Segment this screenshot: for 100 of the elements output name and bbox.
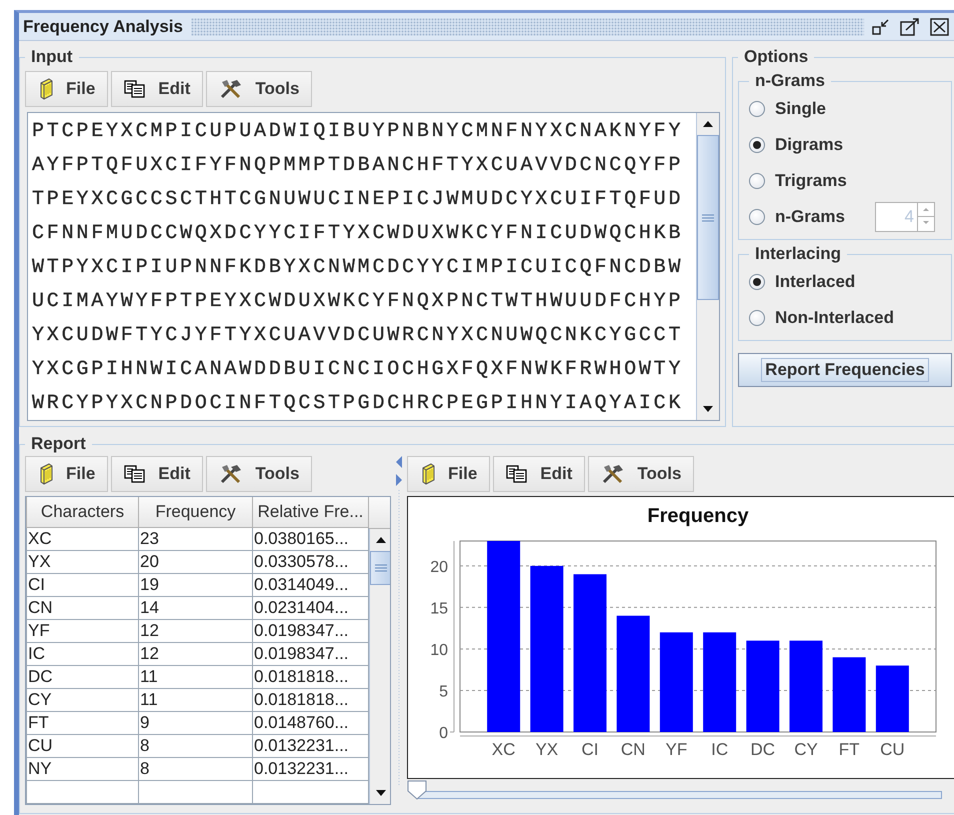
- scrollbar[interactable]: [696, 113, 719, 420]
- x-tick-label: YX: [535, 740, 558, 759]
- table-cell: 19: [138, 574, 252, 596]
- scrollbar[interactable]: [369, 529, 390, 804]
- table-cell: CN: [26, 596, 138, 620]
- folder-icon: [38, 463, 54, 485]
- minimize-icon[interactable]: [872, 18, 890, 34]
- tools-menu-button[interactable]: Tools: [588, 456, 694, 492]
- table-cell: 23: [138, 528, 252, 550]
- table-cell: 0.0198347...: [252, 620, 368, 642]
- file-menu-button[interactable]: File: [25, 71, 108, 107]
- radio-label[interactable]: Interlaced: [775, 272, 856, 292]
- table-cell: 9: [138, 712, 252, 734]
- text-area[interactable]: PTCPEYXCMPICUPUADWIQIBUYPNBNYCMNFNYXCNAKNYFY AYFPTQFUXCIFYFNQPMMPTDBANCHFTYXCUAVVDCNCQYFP TPEYXCGCCSCTHTCGNUWUCINEPICJWMUDCYXCUIFTQFUD CFNNFMUDCCWQXDCYYCIFTYXCWDUXWKCYFNICUDWQCHKB WTPYXCIPIUPNNFKDBYXCNWMCDCYYCIMPICUICQFNCDBW UCIMAYWYFPTPEYXCWDUXWKCYFNQXPNCTWTHWUUDFCHYP YXCUDWFTYCJYFTYXCUAVVDCUWRCNYXCNUWQCNKCYGCCT YXCGPIHNWICANAWDDBUICNCIOCHGXFQXFNWKFRWHOWTY WRCYPYXCNPDOCINFTQCSTPGDCHRCPEGPIHNYIAQYAICK: [27, 112, 720, 421]
- x-tick-label: CN: [620, 740, 646, 759]
- tools-menu-button[interactable]: Tools: [206, 456, 312, 492]
- radio-label[interactable]: Non-Interlaced: [775, 308, 894, 328]
- table-cell: 0.0132231...: [252, 734, 368, 758]
- column-header[interactable]: Relative Fre...: [252, 497, 368, 528]
- table-cell: CY: [26, 688, 138, 712]
- table-cell: 0.0314049...: [252, 574, 368, 596]
- radio-button[interactable]: [749, 101, 765, 117]
- copy-icon: [124, 80, 146, 98]
- radio-label[interactable]: Trigrams: [775, 171, 847, 191]
- tools-icon: [601, 464, 626, 484]
- table-cell: 12: [138, 620, 252, 642]
- chart-title: Frequency: [647, 505, 749, 527]
- chart-bar: [876, 666, 909, 732]
- table-cell: CI: [26, 574, 138, 596]
- table-cell: YX: [26, 550, 138, 574]
- edit-menu-button[interactable]: Edit: [111, 456, 204, 492]
- table-cell: 11: [138, 666, 252, 688]
- split-handle[interactable]: [395, 456, 403, 786]
- radio-button[interactable]: [749, 209, 765, 225]
- group-title: Interlacing: [754, 244, 842, 264]
- radio-button[interactable]: [749, 310, 765, 326]
- x-tick-label: IC: [711, 740, 728, 759]
- edit-menu-button[interactable]: Edit: [493, 456, 586, 492]
- radio-label[interactable]: n-Grams: [775, 207, 845, 227]
- table-cell: XC: [26, 528, 138, 550]
- radio-label[interactable]: Single: [775, 99, 826, 119]
- table-cell: YF: [26, 620, 138, 642]
- x-tick-label: CI: [582, 740, 598, 759]
- table-cell: 12: [138, 642, 252, 666]
- table-cell: 0.0181818...: [252, 666, 368, 688]
- file-menu-button[interactable]: File: [407, 456, 490, 492]
- table-cell: IC: [26, 642, 138, 666]
- y-tick-label: 5: [439, 683, 448, 700]
- group-title: Input: [30, 47, 74, 67]
- table-cell: 8: [138, 734, 252, 758]
- table-cell: 0.0330578...: [252, 550, 368, 574]
- table-cell: 20: [138, 550, 252, 574]
- y-tick-label: 15: [430, 600, 448, 618]
- y-tick-label: 20: [430, 558, 448, 576]
- table-cell: 0.0380165...: [252, 528, 368, 550]
- radio-button[interactable]: [749, 137, 765, 153]
- folder-icon: [38, 78, 54, 100]
- radio-button[interactable]: [749, 173, 765, 189]
- table-cell: 0.0231404...: [252, 596, 368, 620]
- table-cell: 0.0132231...: [252, 758, 368, 780]
- copy-icon: [124, 465, 146, 483]
- table-cell: 14: [138, 596, 252, 620]
- radio-button[interactable]: [749, 274, 765, 290]
- group-title: Report: [30, 434, 87, 454]
- radio-label[interactable]: Digrams: [775, 135, 844, 155]
- group-title: n-Grams: [754, 71, 826, 91]
- table-cell: 11: [138, 688, 252, 712]
- edit-menu-button[interactable]: Edit: [111, 71, 204, 107]
- x-tick-label: CU: [880, 740, 905, 759]
- folder-icon: [420, 463, 436, 485]
- table-cell: 0.0181818...: [252, 688, 368, 712]
- table-cell: 0.0198347...: [252, 642, 368, 666]
- x-tick-label: FT: [838, 740, 860, 759]
- maximize-icon[interactable]: [900, 18, 920, 36]
- grip-icon: [375, 564, 387, 572]
- table-cell: CU: [26, 734, 138, 758]
- close-icon[interactable]: [930, 18, 950, 36]
- tools-icon: [219, 79, 244, 99]
- x-tick-label: XC: [492, 740, 516, 759]
- file-menu-button[interactable]: File: [25, 456, 108, 492]
- x-tick-label: DC: [750, 740, 776, 759]
- y-tick-label: 0: [439, 725, 448, 742]
- tools-icon: [219, 464, 244, 484]
- table-cell: DC: [26, 666, 138, 688]
- table-header-corner: [369, 497, 390, 529]
- report-frequencies-button[interactable]: Report Frequencies: [738, 353, 952, 387]
- column-header[interactable]: Frequency: [138, 497, 252, 528]
- table-cell: NY: [26, 758, 138, 780]
- table-cell: 0.0148760...: [252, 712, 368, 734]
- column-header[interactable]: Characters: [26, 497, 138, 528]
- table-cell: 8: [138, 758, 252, 780]
- copy-icon: [506, 465, 528, 483]
- tools-menu-button[interactable]: Tools: [206, 71, 312, 107]
- x-tick-label: CY: [794, 740, 818, 759]
- grip-icon: [702, 214, 714, 222]
- x-tick-label: YF: [666, 740, 688, 759]
- group-title: Options: [743, 47, 810, 67]
- table-cell: FT: [26, 712, 138, 734]
- y-tick-label: 10: [430, 642, 448, 659]
- window-title: Frequency Analysis: [23, 16, 183, 36]
